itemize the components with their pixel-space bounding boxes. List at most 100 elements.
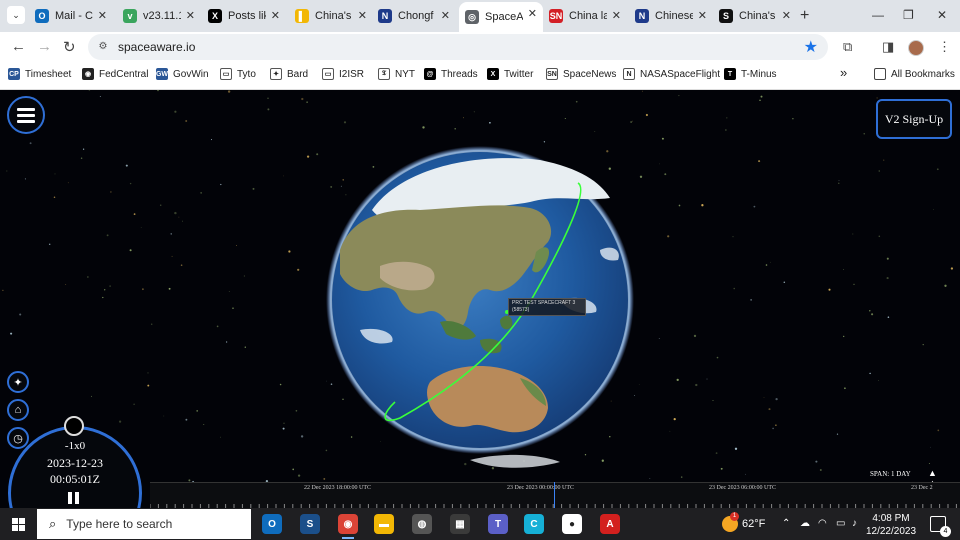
canva-icon[interactable]: C: [524, 514, 544, 534]
all-bookmarks-label: All Bookmarks: [891, 68, 955, 80]
bookmarks-overflow-button[interactable]: »: [840, 65, 847, 80]
star: [659, 163, 661, 165]
home-icon[interactable]: ⌂: [7, 399, 29, 421]
star: [29, 142, 32, 145]
browser-tab[interactable]: ◎ SpaceAw ✕: [459, 2, 543, 32]
bookmark-item[interactable]: 𝕿 NYT: [378, 68, 415, 80]
back-icon[interactable]: ←: [11, 38, 26, 55]
timeline-bar[interactable]: 22 Dec 2023 18:00:00 UTC 23 Dec 2023 00:…: [150, 482, 960, 508]
bookmark-item[interactable]: ◉ FedCentral: [82, 68, 148, 80]
battery-icon[interactable]: ▭: [836, 518, 845, 529]
bookmark-item[interactable]: ✦ Bard: [270, 68, 308, 80]
site-settings-icon[interactable]: ⚙: [95, 39, 111, 55]
bookmark-item[interactable]: ▭ I2ISR: [322, 68, 364, 80]
bookmark-item[interactable]: @ Threads: [424, 68, 478, 80]
star: [326, 380, 327, 382]
teams-icon[interactable]: T: [488, 514, 508, 534]
sim-time: 00:05:01Z: [50, 472, 100, 486]
close-icon[interactable]: ✕: [698, 9, 707, 22]
star: [886, 277, 889, 280]
reload-icon[interactable]: ↻: [63, 38, 76, 56]
tab-search-button[interactable]: ⌄: [7, 6, 25, 24]
outlook-icon[interactable]: O: [262, 514, 282, 534]
clock-date: 12/22/2023: [865, 526, 917, 537]
close-icon[interactable]: ✕: [441, 9, 450, 22]
file-explorer-icon[interactable]: ▬: [374, 514, 394, 534]
close-icon[interactable]: ✕: [782, 9, 791, 22]
browser-tab[interactable]: X Posts lik ✕: [202, 4, 286, 28]
chevron-up-icon[interactable]: ⌃: [782, 518, 790, 529]
minimize-icon[interactable]: —: [872, 8, 884, 22]
satellite-label[interactable]: PRC TEST SPACECRAFT 3 (58573): [508, 298, 586, 316]
windows-start-icon[interactable]: [12, 518, 25, 531]
browser-tab[interactable]: SN China la ✕: [543, 4, 627, 28]
menu-dots-icon[interactable]: ⋮: [938, 39, 951, 55]
close-icon[interactable]: ✕: [98, 9, 107, 22]
bookmark-item[interactable]: CP Timesheet: [8, 68, 71, 80]
pause-button[interactable]: [68, 492, 80, 504]
bookmark-item[interactable]: X Twitter: [487, 68, 533, 80]
browser-tab[interactable]: v v23.11.1 ✕: [117, 4, 201, 28]
bookmark-item[interactable]: N NASASpaceFlight: [623, 68, 720, 80]
side-panel-icon[interactable]: ◨: [882, 39, 894, 55]
acrobat-icon[interactable]: A: [600, 514, 620, 534]
star: [608, 167, 611, 170]
new-tab-button[interactable]: +: [800, 7, 809, 25]
avatar[interactable]: [908, 40, 924, 56]
bookmark-item[interactable]: ▭ Tyto: [220, 68, 256, 80]
s-app-icon[interactable]: S: [300, 514, 320, 534]
browser-tab[interactable]: ▌ China's ✕: [289, 4, 373, 28]
bookmark-item[interactable]: SN SpaceNews: [546, 68, 616, 80]
app-icon[interactable]: ●: [562, 514, 582, 534]
calculator-icon[interactable]: ▦: [450, 514, 470, 534]
star: [267, 108, 270, 111]
star: [340, 185, 342, 187]
volume-icon[interactable]: ♪: [852, 518, 857, 529]
hamburger-menu-button[interactable]: [7, 96, 45, 134]
logo-pane: [19, 525, 25, 531]
satellite-app-icon[interactable]: ◍: [412, 514, 432, 534]
close-icon[interactable]: ✕: [528, 7, 537, 20]
extensions-icon[interactable]: ⧉: [843, 39, 852, 55]
close-icon[interactable]: ✕: [358, 9, 367, 22]
globe-viewport[interactable]: V2 Sign-Up PRC TEST SPACECRAFT 3 (58573)…: [0, 90, 960, 508]
url-text[interactable]: spaceaware.io: [118, 40, 195, 54]
wifi-icon[interactable]: ◠: [818, 518, 827, 529]
star: [147, 372, 149, 374]
star: [129, 249, 132, 252]
browser-tab[interactable]: S China's ✕: [713, 4, 797, 28]
star: [753, 205, 756, 208]
system-clock[interactable]: 4:08 PM 12/22/2023: [864, 512, 918, 538]
bookmark-item[interactable]: T T-Minus: [724, 68, 777, 80]
star: [220, 183, 222, 186]
close-icon[interactable]: ✕: [612, 9, 621, 22]
taskbar-search[interactable]: ⌕ Type here to search: [37, 509, 251, 539]
satellite-icon[interactable]: ✦: [7, 371, 29, 393]
timeline-cursor[interactable]: [554, 482, 555, 508]
star: [323, 477, 326, 480]
browser-tab[interactable]: N Chinese ✕: [629, 4, 713, 28]
all-bookmarks-button[interactable]: All Bookmarks: [874, 68, 955, 80]
star: [283, 422, 285, 424]
bookmark-star-icon[interactable]: ★: [804, 37, 818, 57]
browser-tab[interactable]: O Mail - C ✕: [29, 4, 113, 28]
close-icon[interactable]: ✕: [271, 9, 280, 22]
close-window-icon[interactable]: ✕: [937, 8, 947, 22]
browser-tab[interactable]: N Chongf ✕: [372, 4, 456, 28]
star: [584, 454, 587, 456]
close-icon[interactable]: ✕: [186, 9, 195, 22]
star: [87, 276, 89, 278]
chrome-icon[interactable]: ◉: [338, 514, 358, 539]
weather-widget[interactable]: 1 62°F: [722, 512, 765, 532]
bookmark-item[interactable]: GW GovWin: [156, 68, 209, 80]
forward-icon[interactable]: →: [37, 38, 52, 55]
time-dial-knob[interactable]: [64, 416, 84, 436]
star: [716, 356, 719, 359]
notification-icon[interactable]: 4: [930, 516, 951, 537]
v2-signup-button[interactable]: V2 Sign-Up: [876, 99, 952, 139]
onedrive-icon[interactable]: ☁: [800, 518, 810, 529]
restore-icon[interactable]: ❐: [903, 8, 914, 22]
star: [701, 204, 704, 207]
star: [733, 287, 735, 290]
address-bar[interactable]: ⚙ spaceaware.io ★: [88, 34, 828, 60]
